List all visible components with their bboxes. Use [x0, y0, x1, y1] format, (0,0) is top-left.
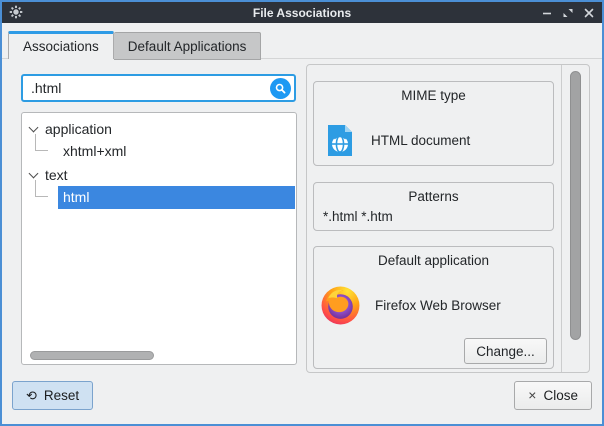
search-button[interactable] [270, 78, 291, 99]
tree-item-text[interactable]: text [22, 163, 296, 186]
vertical-scrollbar-track[interactable] [561, 65, 589, 372]
close-button[interactable]: × Close [514, 381, 592, 410]
tree-item-label: html [58, 186, 295, 209]
mime-type-value: HTML document [371, 133, 470, 148]
default-application-group: Default application [313, 246, 554, 369]
search-field [21, 74, 296, 102]
undo-icon: ⟲ [26, 389, 37, 402]
mime-type-group: MIME type HTML document [313, 81, 554, 166]
file-associations-dialog: File Associations Associations Default A… [0, 0, 604, 426]
tab-bar: Associations Default Applications [8, 31, 261, 59]
default-application-value: Firefox Web Browser [375, 298, 501, 313]
tab-associations[interactable]: Associations [8, 31, 114, 59]
patterns-value: *.html *.htm [323, 209, 393, 224]
maximize-button[interactable] [561, 6, 575, 20]
minimize-button[interactable] [540, 6, 554, 20]
tree-item-label: xhtml+xml [58, 140, 296, 163]
close-window-button[interactable] [582, 6, 596, 20]
tree-item-xhtml-xml[interactable]: xhtml+xml [22, 140, 296, 163]
tree-item-html[interactable]: html [22, 186, 296, 209]
tree-item-application[interactable]: application [22, 117, 296, 140]
close-x-icon: × [528, 387, 536, 403]
window-title: File Associations [2, 6, 602, 20]
tree-item-label: text [45, 167, 68, 183]
maximize-icon [563, 8, 573, 18]
change-button[interactable]: Change... [464, 338, 547, 364]
branch-line [35, 180, 48, 197]
minimize-icon [542, 8, 552, 18]
html-document-icon [324, 124, 356, 157]
tree-item-label: application [45, 121, 112, 137]
gear-icon [9, 5, 23, 19]
reset-button[interactable]: ⟲ Reset [12, 381, 93, 410]
vertical-scrollbar-thumb[interactable] [570, 71, 581, 340]
search-input[interactable] [23, 80, 270, 96]
chevron-down-icon[interactable] [29, 123, 39, 133]
close-button-label: Close [543, 388, 578, 403]
group-title: MIME type [314, 88, 553, 103]
window-controls [540, 2, 596, 23]
search-icon [274, 82, 287, 95]
patterns-group: Patterns *.html *.htm [313, 182, 554, 231]
titlebar: File Associations [2, 2, 602, 23]
reset-button-label: Reset [44, 388, 79, 403]
mime-tree: application xhtml+xml text html [21, 112, 297, 365]
group-title: Default application [314, 253, 553, 268]
details-panel: MIME type HTML document Patterns *.html … [306, 64, 590, 373]
firefox-icon [320, 285, 361, 326]
branch-line [35, 134, 48, 151]
chevron-down-icon[interactable] [29, 169, 39, 179]
group-title: Patterns [314, 189, 553, 204]
tab-default-applications[interactable]: Default Applications [114, 32, 262, 60]
horizontal-scrollbar[interactable] [30, 351, 154, 360]
close-icon [584, 8, 594, 18]
